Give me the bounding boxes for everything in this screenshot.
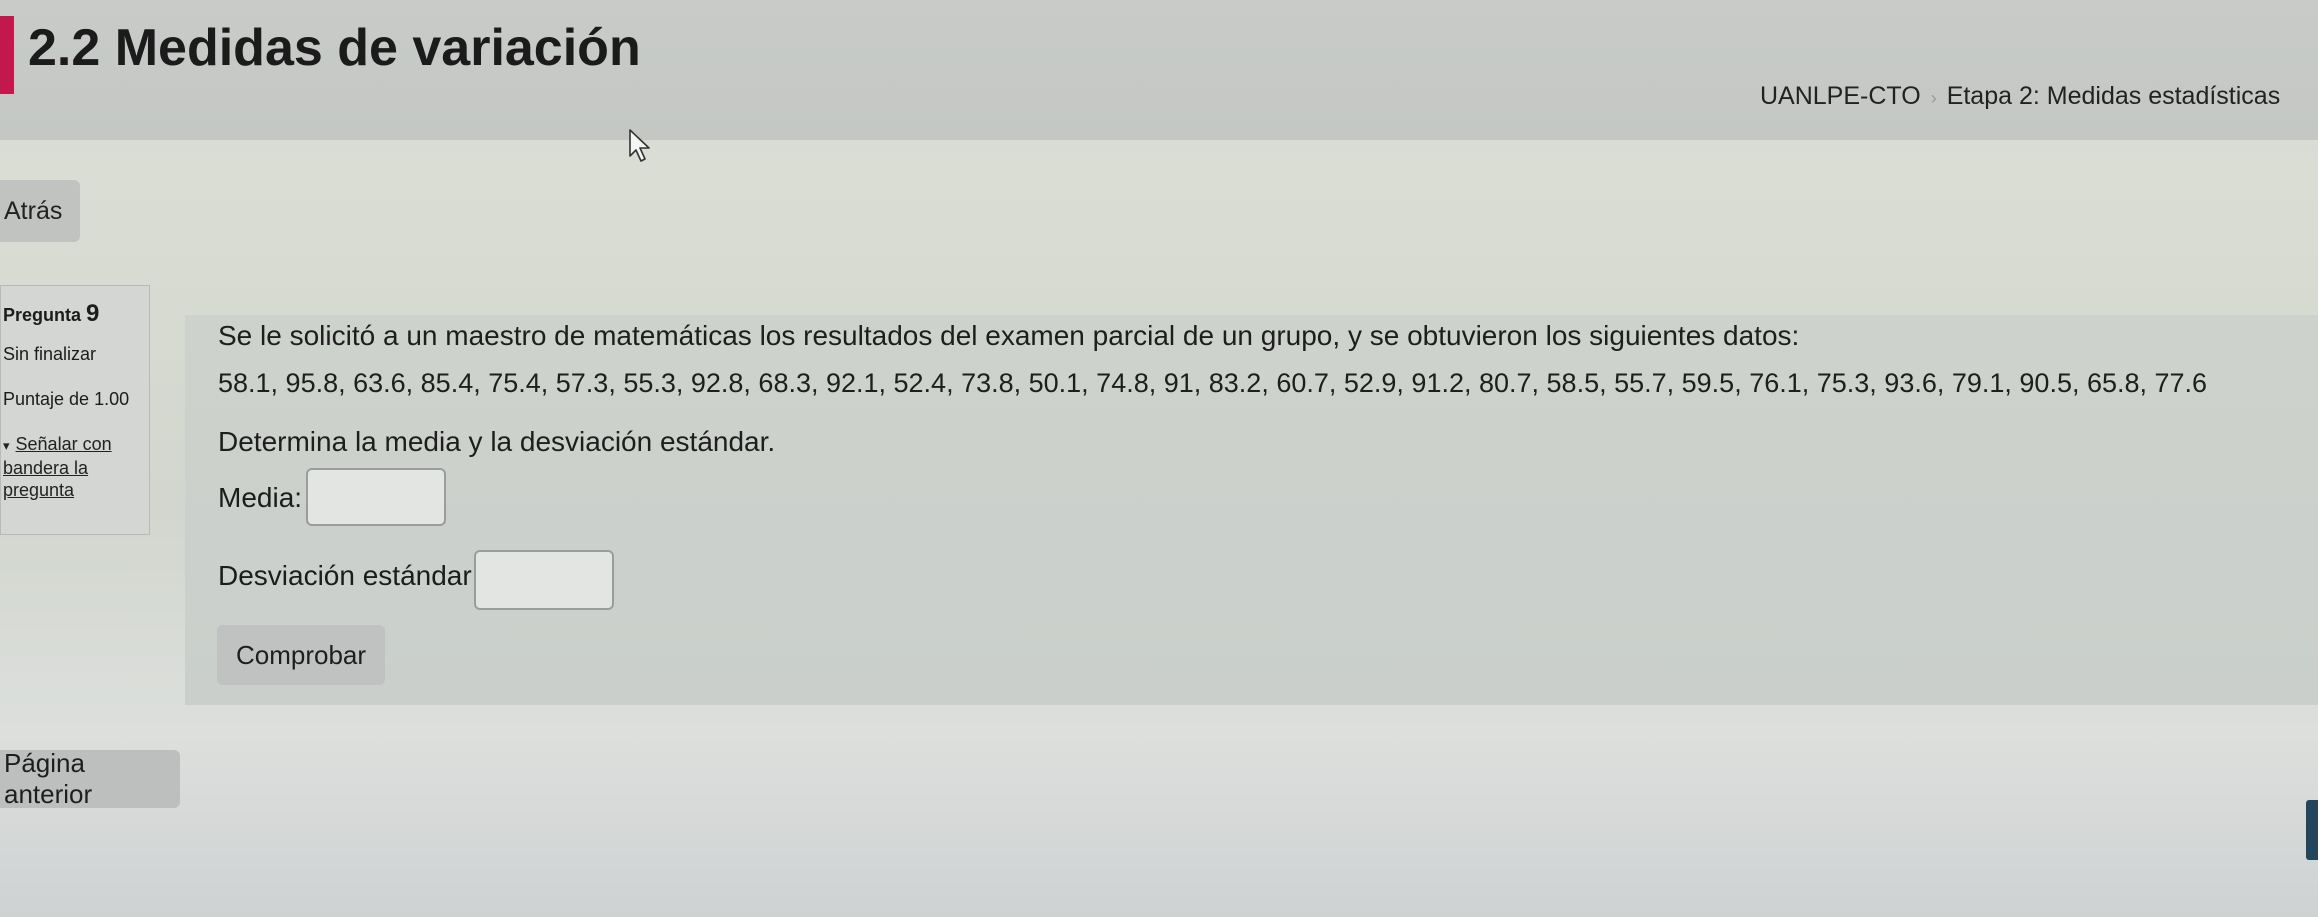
breadcrumb-item-stage[interactable]: Etapa 2: Medidas estadísticas [1947, 82, 2281, 110]
flag-question-link[interactable]: ▾ Señalar con bandera la pregunta [3, 433, 112, 501]
mean-input[interactable] [306, 468, 446, 526]
page-header: 2.2 Medidas de variación UANLPE-CTO › Etap… [0, 0, 2318, 140]
page-title: 2.2 Medidas de variación [28, 19, 641, 77]
question-grade: Puntaje de 1.00 [3, 389, 130, 409]
question-state: Sin finalizar [3, 344, 97, 364]
question-instruction: Determina la media y la desviación están… [218, 426, 776, 457]
previous-page-button[interactable]: Página anterior [0, 748, 180, 809]
scrollbar-thumb[interactable] [2306, 800, 2318, 860]
question-data-values: 58.1, 95.8, 63.6, 85.4, 75.4, 57.3, 55.3… [218, 368, 2208, 398]
question-text: Se le solicitó a un maestro de matemátic… [218, 320, 1800, 351]
mouse-pointer-icon [629, 129, 650, 162]
flag-icon: ▾ [3, 438, 10, 453]
question-number-label: Pregunta 9 [3, 300, 100, 327]
check-button[interactable]: Comprobar [217, 625, 385, 685]
std-deviation-input[interactable] [474, 550, 614, 610]
question-info-box: Pregunta 9 Sin finalizar Puntaje de 1.00… [0, 285, 150, 535]
breadcrumb: UANLPE-CTO › Etapa 2: Medidas estadísticas [1760, 82, 2280, 111]
breadcrumb-item-course[interactable]: UANLPE-CTO [1760, 82, 1921, 110]
chevron-right-icon: › [1930, 88, 1937, 108]
back-button[interactable]: Atrás [0, 180, 80, 242]
std-deviation-label: Desviación estándar: [218, 560, 480, 591]
title-accent-bar [0, 16, 14, 94]
mean-label: Media: [218, 482, 303, 513]
